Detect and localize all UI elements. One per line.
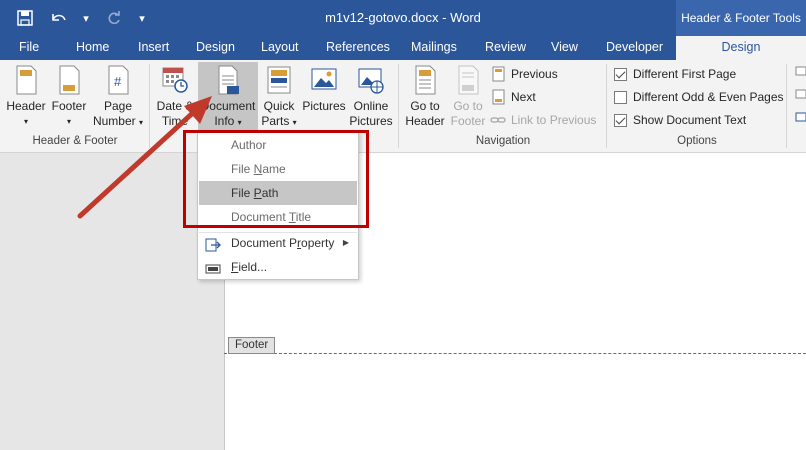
annotation-arrow-icon [77, 96, 212, 219]
